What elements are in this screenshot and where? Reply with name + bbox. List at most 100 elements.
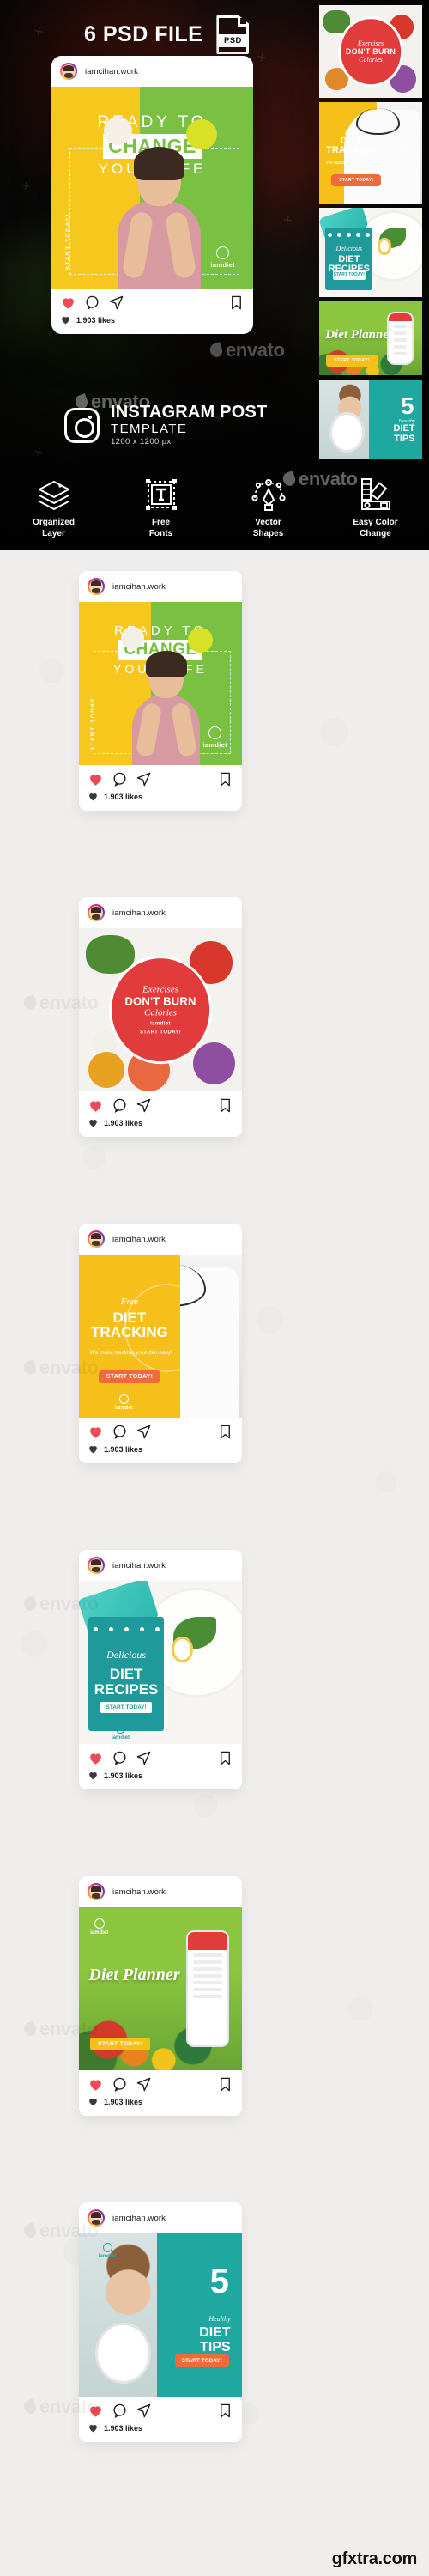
post-image[interactable]: Free DIET TRACKING We make tracking your … <box>79 1255 242 1418</box>
cta-button[interactable]: START TODAY! <box>326 354 378 367</box>
post-image[interactable]: Exercises DON'T BURN Calories iamdiet ST… <box>79 928 242 1091</box>
subtitle-text: We make tracking your diet easy! <box>89 1350 172 1357</box>
post-card-exercises-dont-burn-calories[interactable]: iamcihan.work Exercises DON'T BURN Calor… <box>79 897 242 1137</box>
post-header: iamcihan.work <box>79 897 242 928</box>
share-icon[interactable] <box>136 2076 152 2093</box>
cta-button[interactable]: START TODAY! <box>90 2038 151 2051</box>
bookmark-icon[interactable] <box>228 295 245 311</box>
scale-prop <box>95 2323 151 2384</box>
comment-icon[interactable] <box>84 295 100 311</box>
comment-icon[interactable] <box>112 1750 128 1766</box>
brand-name: iamdiet <box>210 260 235 269</box>
post-actions <box>79 1418 242 1442</box>
badge-cta: START TODAY! <box>139 1030 182 1036</box>
likes-heart-icon <box>89 1446 97 1454</box>
subtitle-text: We make tracking your diet easy! <box>326 161 378 173</box>
share-icon[interactable] <box>136 1097 152 1114</box>
cta-button[interactable]: START TODAY! <box>100 1701 152 1713</box>
post-header: iamcihan.work <box>79 1876 242 1907</box>
heart-icon[interactable] <box>60 295 76 311</box>
username-label: iamcihan.work <box>112 2213 166 2223</box>
bookmark-icon[interactable] <box>217 1097 233 1114</box>
post-card-ready-to-change[interactable]: iamcihan.work READY TO CHANGE YOUR LIFE … <box>79 571 242 811</box>
artwork-diet-tips: 5 Healthy DIET TIPS START TODAY! iamdiet <box>79 2233 242 2397</box>
share-icon[interactable] <box>136 771 152 787</box>
brand-name: iamdiet <box>112 1735 130 1741</box>
post-image[interactable]: iamdiet Diet Planner START TODAY! <box>79 1907 242 2070</box>
feature-list: Organized Layer Free Fonts Vector Shapes Ea… <box>0 474 429 539</box>
avatar[interactable] <box>88 1230 105 1248</box>
avatar[interactable] <box>88 904 105 921</box>
brand-name: iamdiet <box>98 2254 117 2260</box>
cta-button[interactable]: START TODAY! <box>174 2354 229 2367</box>
share-icon[interactable] <box>136 2403 152 2419</box>
feature-label-line-2: Fonts <box>148 528 173 538</box>
thumbnail-diet-planner[interactable]: Diet Planner START TODAY! <box>319 301 422 375</box>
post-card-diet-planner[interactable]: iamcihan.work iamdiet Diet Planner START… <box>79 1876 242 2116</box>
psd-file-count: 6 PSD FILE <box>84 22 203 46</box>
headline-line-1: READY TO <box>97 112 208 131</box>
thumbnail-calories[interactable]: Exercises DON'T BURN Calories <box>319 5 422 98</box>
post-likes: 1.903 likes <box>51 313 253 334</box>
post-image[interactable]: 5 Healthy DIET TIPS START TODAY! iamdiet <box>79 2233 242 2397</box>
heart-icon[interactable] <box>88 1097 104 1114</box>
template-title: INSTAGRAM POST <box>111 403 268 422</box>
title-line-2: TRACKING <box>326 145 377 156</box>
post-image[interactable]: Delicious DIET RECIPES START TODAY! iamdi… <box>79 1581 242 1744</box>
bookmark-icon[interactable] <box>217 771 233 787</box>
post-actions <box>79 1091 242 1115</box>
comment-icon[interactable] <box>112 1424 128 1440</box>
eyebrow-text: Free <box>120 1297 139 1308</box>
heart-icon[interactable] <box>88 1424 104 1440</box>
post-card-diet-tips[interactable]: iamcihan.work 5 Healthy DIET TIPS START T… <box>79 2202 242 2442</box>
cta-button[interactable]: START TODAY! <box>333 270 366 281</box>
bookmark-icon[interactable] <box>217 1750 233 1766</box>
share-icon[interactable] <box>108 295 124 311</box>
likes-heart-icon <box>89 2425 97 2433</box>
artwork-title: DIET RECIPES <box>88 1667 163 1697</box>
feature-label-line-2: Shapes <box>252 528 284 538</box>
feature-label-line-1: Organized <box>33 518 75 527</box>
comment-icon[interactable] <box>112 1097 128 1114</box>
vertical-cta-text: START TODAY! <box>90 693 97 750</box>
onion-prop <box>121 626 144 650</box>
likes-count: 1.903 likes <box>104 792 143 801</box>
comment-icon[interactable] <box>112 2076 128 2093</box>
heart-icon[interactable] <box>88 2076 104 2093</box>
post-image[interactable]: READY TO CHANGE YOUR LIFE START TODAY! i… <box>51 87 253 289</box>
post-card-free-diet-tracking[interactable]: iamcihan.work Free DIET TRACKING We make … <box>79 1224 242 1463</box>
thumbnail-diet-tracking[interactable]: Free DIET TRACKING We make tracking your … <box>319 102 422 204</box>
post-image[interactable]: READY TO CHANGE YOUR LIFE START TODAY! i… <box>79 602 242 765</box>
featured-instagram-post-card[interactable]: iamcihan.work READY TO CHANGE YOUR LIFE … <box>51 56 253 334</box>
share-icon[interactable] <box>136 1424 152 1440</box>
eyebrow-text: Healthy <box>208 2315 231 2323</box>
instagram-logo-icon <box>64 407 100 443</box>
cta-button[interactable]: START TODAY! <box>331 173 382 186</box>
username-label: iamcihan.work <box>112 1234 166 1244</box>
share-icon[interactable] <box>136 1750 152 1766</box>
heart-icon[interactable] <box>88 1750 104 1766</box>
pen-tool-icon <box>214 474 322 512</box>
bookmark-icon[interactable] <box>217 2403 233 2419</box>
bookmark-icon[interactable] <box>217 2076 233 2093</box>
avatar[interactable] <box>88 1883 105 1900</box>
comment-icon[interactable] <box>112 2403 128 2419</box>
post-header: iamcihan.work <box>79 2202 242 2233</box>
bookmark-icon[interactable] <box>217 1424 233 1440</box>
likes-count: 1.903 likes <box>104 2097 143 2106</box>
brand-logo: iamdiet <box>203 726 227 749</box>
heart-icon[interactable] <box>88 771 104 787</box>
avatar[interactable] <box>88 2209 105 2227</box>
avatar[interactable] <box>88 578 105 595</box>
post-card-delicious-diet-recipes[interactable]: iamcihan.work Delicious DIET RECIPES STAR… <box>79 1550 242 1789</box>
avatar[interactable] <box>88 1557 105 1574</box>
thumbnail-diet-tips[interactable]: 5 Healthy DIET TIPS <box>319 380 422 459</box>
cta-button[interactable]: START TODAY! <box>98 1370 161 1383</box>
avatar[interactable] <box>60 63 77 80</box>
comment-icon[interactable] <box>112 771 128 787</box>
text-frame-icon <box>107 474 214 512</box>
heart-icon[interactable] <box>88 2403 104 2419</box>
title-line-1: DIET <box>109 1666 143 1683</box>
thumbnail-diet-recipes[interactable]: Delicious DIETRECIPES START TODAY! <box>319 208 422 297</box>
likes-count: 1.903 likes <box>104 1118 143 1127</box>
